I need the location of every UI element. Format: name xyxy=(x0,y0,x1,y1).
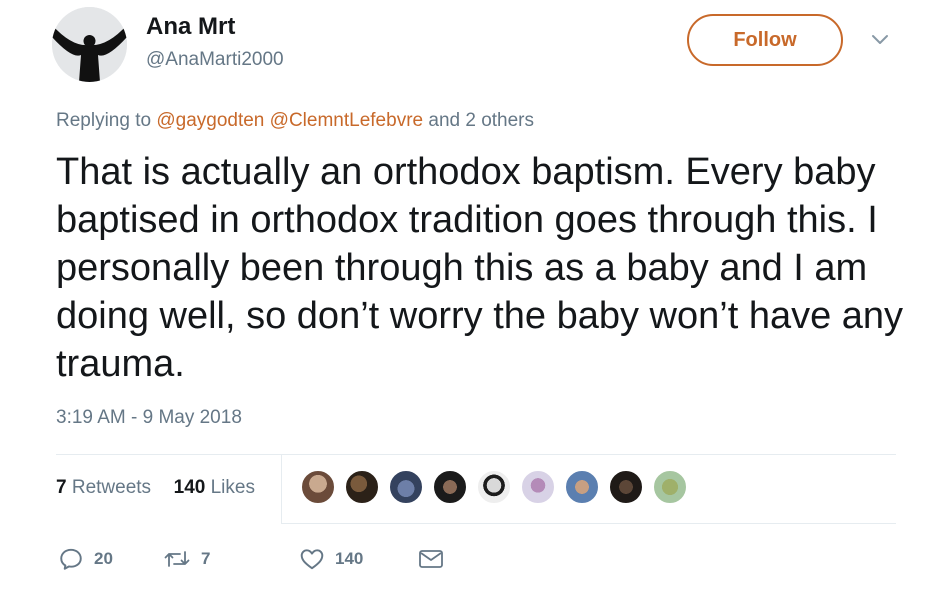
mention-link[interactable]: @ClemntLefebvre xyxy=(270,110,423,131)
follow-button[interactable]: Follow xyxy=(687,14,843,66)
liker-avatar[interactable] xyxy=(565,470,599,504)
liker-avatar[interactable] xyxy=(301,470,335,504)
mention-link[interactable]: @gaygodten xyxy=(156,110,264,131)
divider xyxy=(281,455,282,523)
liker-avatar[interactable] xyxy=(609,470,643,504)
liker-avatar[interactable] xyxy=(433,470,467,504)
like-count: 140 xyxy=(335,549,364,568)
replying-to-line: Replying to @gaygodten @ClemntLefebvre a… xyxy=(56,110,534,132)
divider xyxy=(56,454,896,455)
like-button[interactable]: 140 xyxy=(299,546,363,572)
retweets-count: 7 xyxy=(56,477,67,498)
likes-count: 140 xyxy=(173,477,206,498)
liker-avatar[interactable] xyxy=(389,470,423,504)
retweets-stat[interactable]: 7 Retweets xyxy=(56,477,151,498)
reply-icon xyxy=(60,548,82,570)
avatar-image xyxy=(52,7,127,82)
retweet-button[interactable]: 7 xyxy=(163,546,210,572)
stats-row: 7 Retweets 140 Likes xyxy=(56,477,255,499)
divider xyxy=(281,523,896,524)
direct-message-button[interactable] xyxy=(418,548,444,570)
liker-avatar[interactable] xyxy=(477,470,511,504)
tweet-text: That is actually an orthodox baptism. Ev… xyxy=(56,151,904,385)
liker-avatar[interactable] xyxy=(653,470,687,504)
author-avatar[interactable] xyxy=(52,7,127,82)
reply-button[interactable]: 20 xyxy=(58,546,113,572)
likers-avatars xyxy=(301,470,697,506)
retweet-count: 7 xyxy=(201,549,211,568)
chevron-down-icon[interactable] xyxy=(868,28,892,52)
author-handle[interactable]: @AnaMarti2000 xyxy=(146,49,284,71)
liker-avatar[interactable] xyxy=(521,470,555,504)
tweet-timestamp[interactable]: 3:19 AM - 9 May 2018 xyxy=(56,407,242,429)
replying-prefix: Replying to xyxy=(56,110,152,131)
heart-icon xyxy=(300,549,324,570)
liker-avatar[interactable] xyxy=(345,470,379,504)
likes-label: Likes xyxy=(210,477,255,498)
retweets-label: Retweets xyxy=(71,477,152,498)
author-name[interactable]: Ana Mrt xyxy=(146,13,235,41)
retweet-icon xyxy=(164,551,190,567)
envelope-icon xyxy=(419,550,443,568)
reply-count: 20 xyxy=(94,549,113,568)
likes-stat[interactable]: 140 Likes xyxy=(174,477,255,498)
replying-others[interactable]: and 2 others xyxy=(428,110,534,131)
